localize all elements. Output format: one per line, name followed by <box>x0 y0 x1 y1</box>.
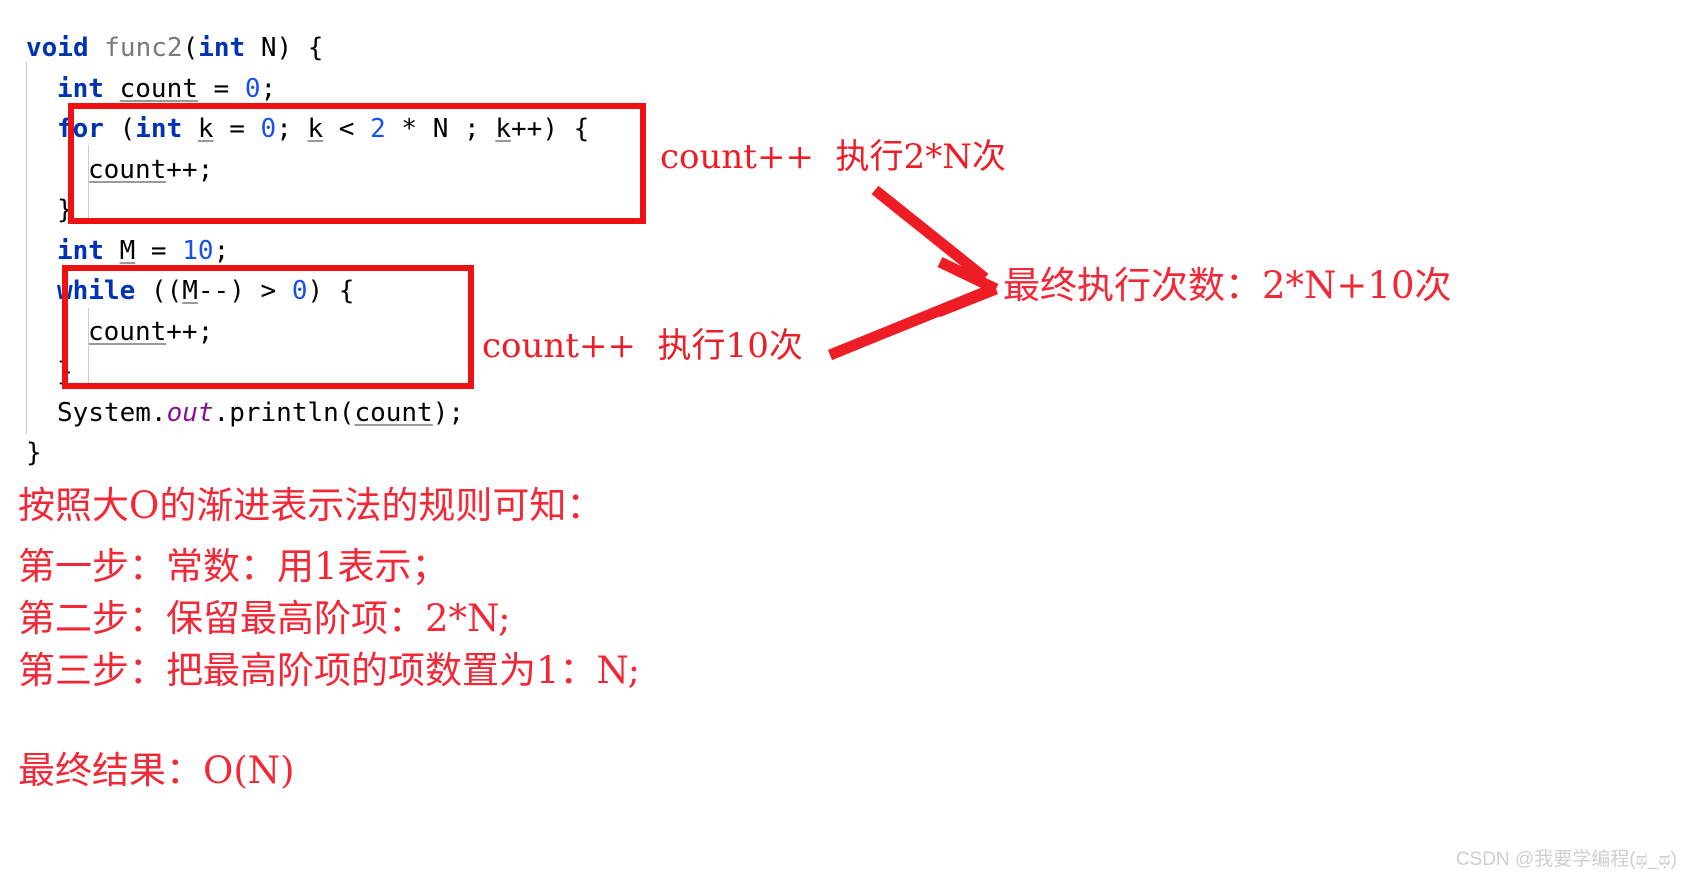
code-token: count <box>354 397 433 428</box>
csdn-watermark: CSDN @我要学编程(ಥ_ಥ) <box>1455 849 1677 870</box>
code-token: = <box>197 73 245 104</box>
code-token: func2 <box>104 33 183 63</box>
conclusion-step-3: 第三步：把最高阶项的项数置为1：N; <box>18 649 641 692</box>
conclusion-heading: 按照大O的渐进表示法的规则可知： <box>18 484 604 527</box>
code-token: } <box>26 438 42 468</box>
code-block: void func2(int N) {int count = 0; for (in… <box>0 0 900 480</box>
while-loop-highlight-box <box>62 265 474 389</box>
code-token: ( <box>182 33 199 63</box>
code-token: 0 <box>244 73 261 104</box>
total-count-annotation: 最终执行次数：2*N+10次 <box>1003 264 1452 307</box>
code-token: 10 <box>182 235 214 266</box>
code-token: = <box>135 235 183 266</box>
code-token: out <box>166 397 214 428</box>
final-result-text: 最终结果：O(N) <box>18 749 295 792</box>
code-line: System.out.println(count); <box>57 391 464 435</box>
code-token: System. <box>57 397 167 428</box>
code-token: ); <box>432 397 465 428</box>
code-token: M <box>119 235 136 266</box>
code-line: void func2(int N) { <box>26 26 323 70</box>
code-token: .println( <box>213 397 355 428</box>
code-token: int <box>57 73 104 104</box>
code-token: void <box>26 33 105 63</box>
code-token: ; <box>213 235 230 266</box>
for-loop-annotation: count++ 执行2*N次 <box>660 137 1006 177</box>
conclusion-step-2: 第二步：保留最高阶项：2*N; <box>18 597 511 640</box>
for-loop-highlight-box <box>68 103 646 224</box>
code-token: count <box>119 73 198 104</box>
code-token: int <box>57 235 104 266</box>
conclusion-step-1: 第一步：常数：用1表示； <box>18 545 449 588</box>
indent-guide <box>26 62 27 434</box>
code-token: int <box>198 33 246 63</box>
code-token: ; <box>260 73 277 104</box>
code-line: } <box>26 431 42 475</box>
while-loop-annotation: count++ 执行10次 <box>482 326 803 366</box>
code-token: N) { <box>245 33 324 63</box>
